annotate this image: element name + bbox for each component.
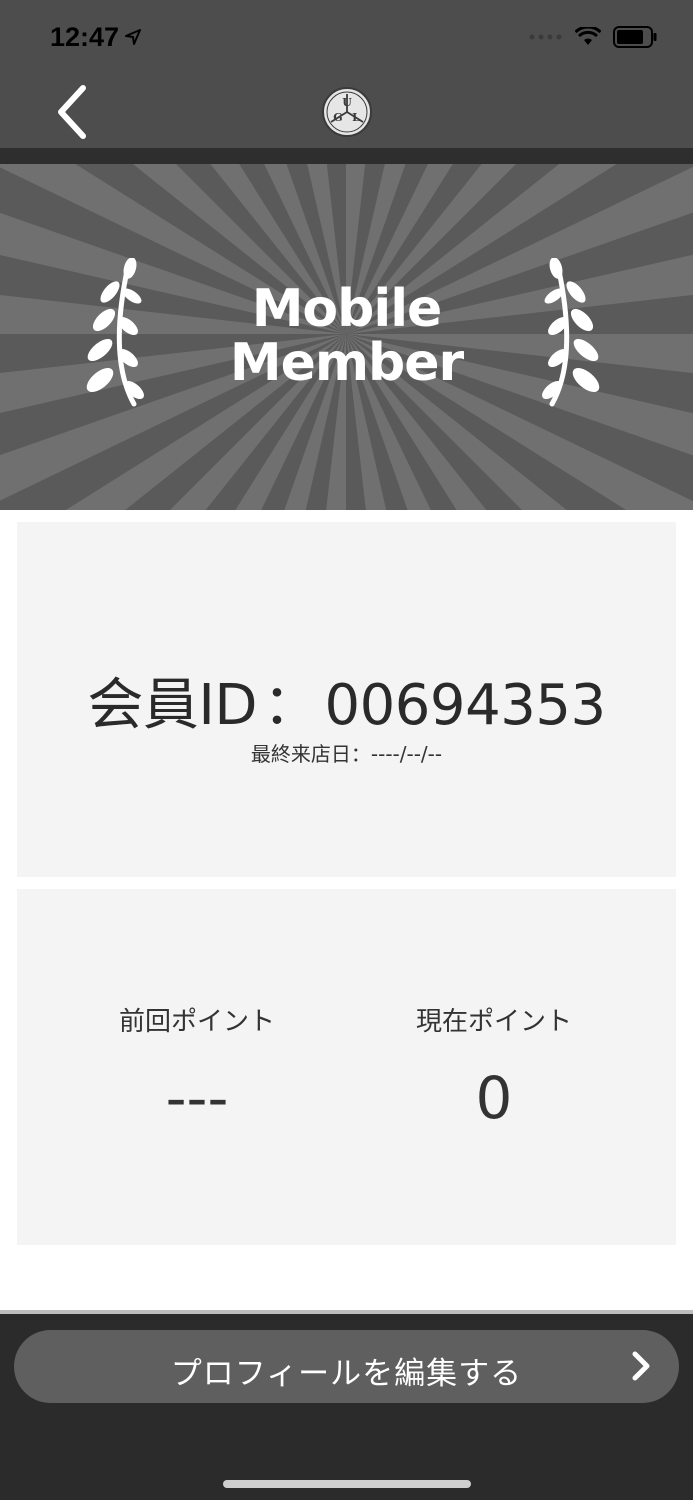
current-points-value: 0 — [475, 1064, 513, 1132]
edit-profile-button[interactable]: プロフィールを編集する — [14, 1330, 679, 1403]
home-indicator[interactable] — [223, 1480, 471, 1488]
member-id-value: 00694353 — [324, 673, 607, 738]
banner-title-line2: Member — [229, 333, 464, 393]
member-id: 会員ID： 00694353 — [17, 660, 676, 741]
banner-title: Mobile Member — [0, 282, 693, 390]
banner-title-line1: Mobile — [251, 279, 443, 339]
previous-points-value: --- — [165, 1064, 229, 1132]
signal-dots-icon — [529, 34, 562, 40]
member-id-card: 会員ID： 00694353 最終来店日：----/--/-- — [17, 522, 676, 877]
logo-letter-l: L — [352, 111, 360, 124]
status-time: 12:47 — [50, 22, 120, 52]
wifi-icon — [575, 27, 601, 45]
logo-letter-g: G — [333, 111, 342, 124]
footer-bar: プロフィールを編集する — [0, 1310, 693, 1500]
navigation-bar: U G L — [0, 76, 693, 148]
battery-icon — [613, 26, 657, 48]
member-id-separator: ： — [263, 673, 319, 738]
status-bar: 12:47 — [0, 0, 693, 76]
back-button[interactable] — [48, 82, 94, 142]
status-icons — [529, 26, 657, 48]
chevron-right-icon — [632, 1351, 650, 1381]
edit-profile-label: プロフィールを編集する — [170, 1356, 523, 1392]
brand-logo: U G L — [322, 87, 372, 137]
logo-letter-u: U — [342, 96, 352, 109]
location-arrow-icon — [125, 29, 141, 45]
member-id-label: 会員ID — [87, 673, 258, 738]
current-points: 現在ポイント 0 — [384, 1001, 604, 1132]
last-visit-date: 最終来店日：----/--/-- — [250, 742, 443, 766]
previous-points-label: 前回ポイント — [118, 1007, 275, 1037]
points-card: 前回ポイント --- 現在ポイント 0 — [17, 889, 676, 1245]
chevron-left-icon — [58, 85, 86, 139]
member-banner: Mobile Member — [0, 164, 693, 510]
nav-texture-strip — [0, 148, 693, 164]
previous-points: 前回ポイント --- — [87, 1001, 307, 1132]
current-points-label: 現在ポイント — [415, 1007, 572, 1037]
